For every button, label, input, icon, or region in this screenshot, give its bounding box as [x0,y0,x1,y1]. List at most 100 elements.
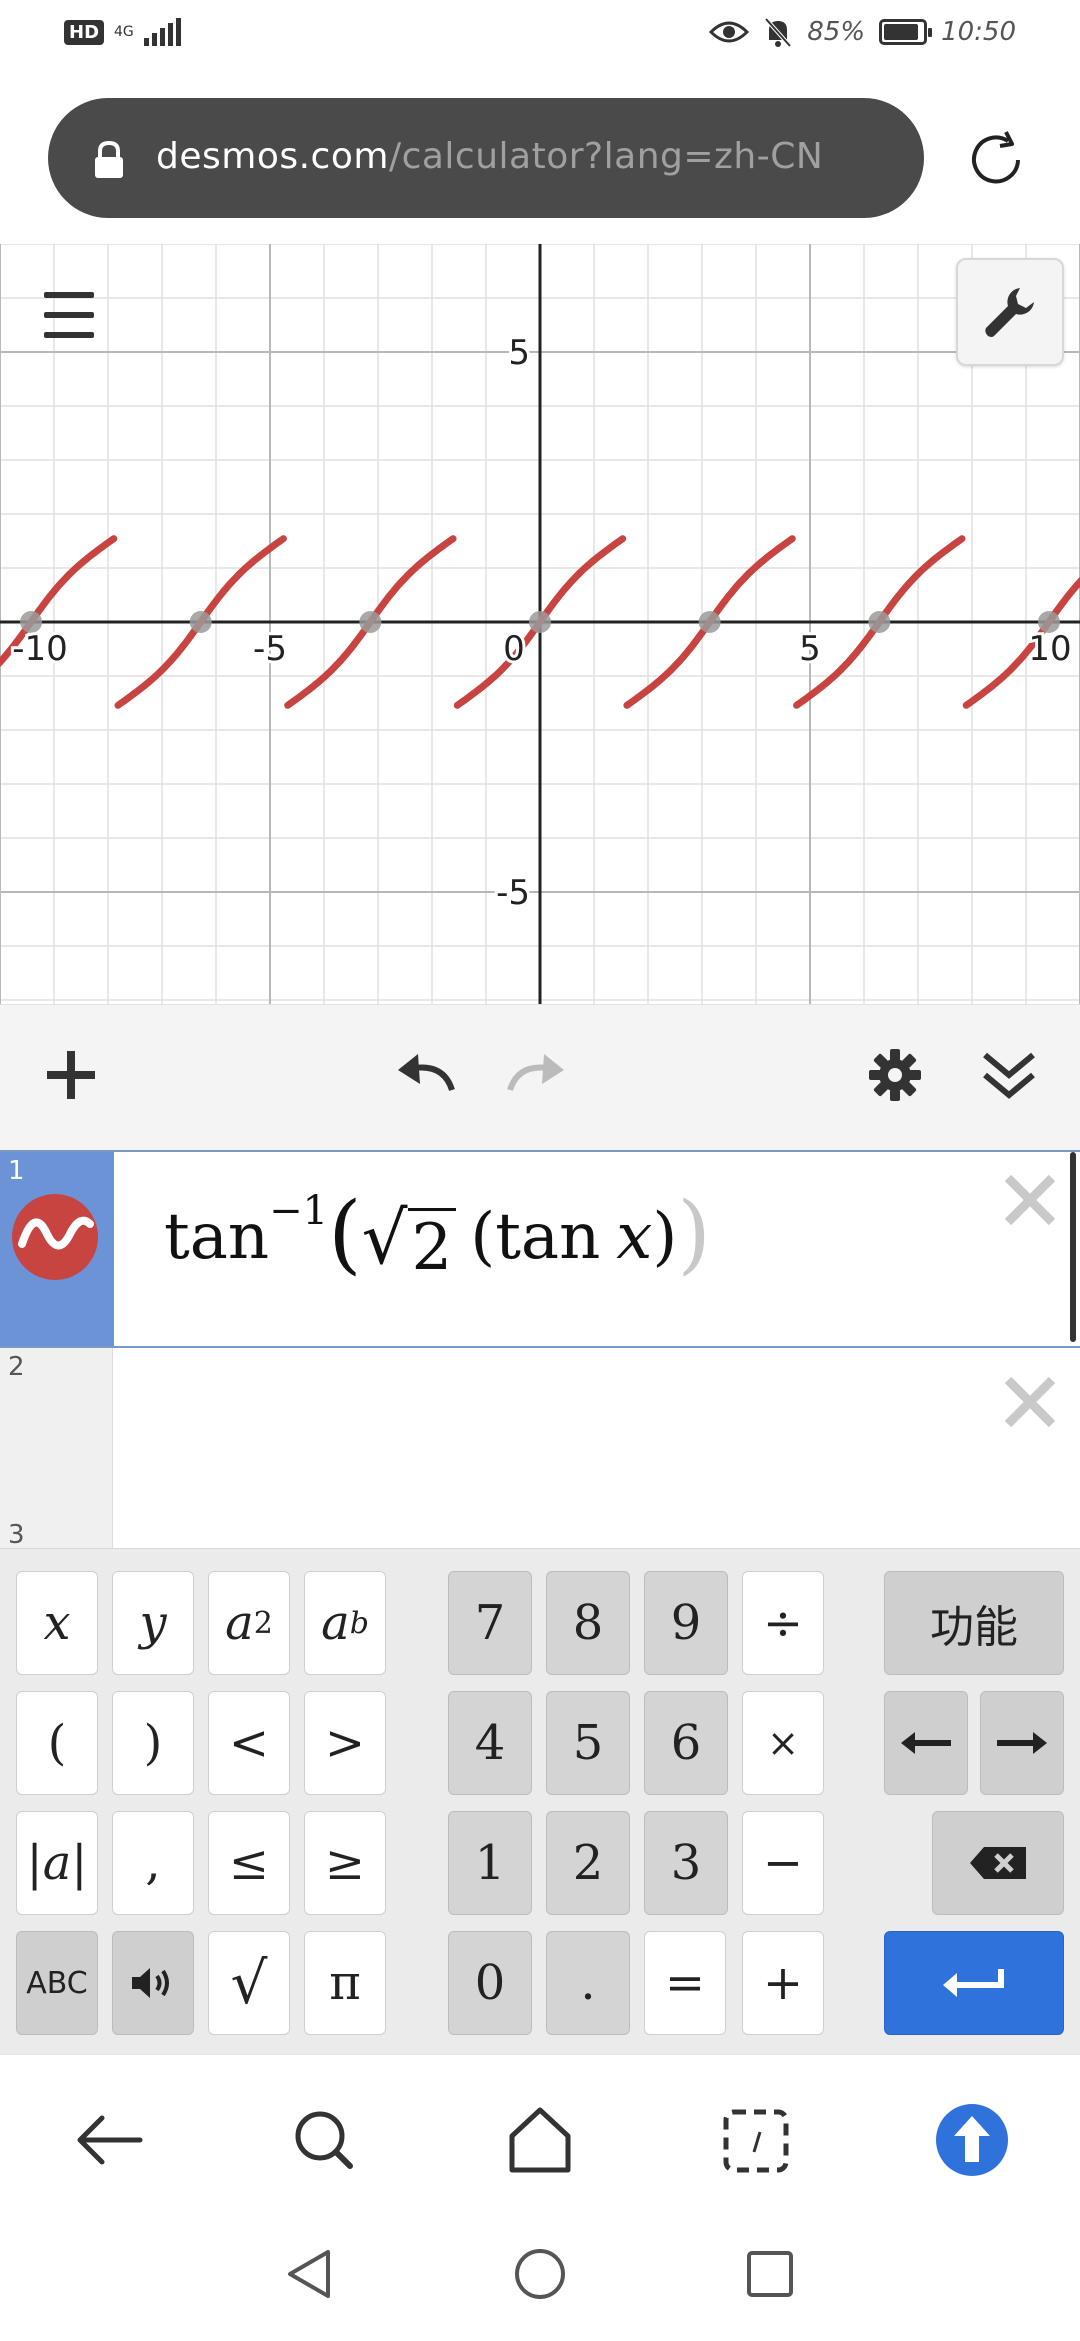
system-back-icon[interactable] [282,2246,338,2302]
signal-icon [143,18,181,46]
x-intercept-point[interactable] [698,611,721,633]
expression-tab-3[interactable]: 3 [0,1518,113,1550]
key-ab-exp: b [349,1605,369,1641]
key-plus[interactable]: + [742,1931,824,2035]
tabs-icon[interactable] [716,2100,796,2180]
key-9[interactable]: 9 [644,1571,728,1675]
key-backspace[interactable] [932,1811,1064,1915]
key-5[interactable]: 5 [546,1691,630,1795]
add-expression-button[interactable] [36,1040,106,1110]
arrow-left-icon [901,1732,951,1754]
home-icon[interactable] [500,2100,580,2180]
curve-color-icon[interactable] [10,1192,100,1282]
battery-percent: 85% [807,17,866,47]
key-6[interactable]: 6 [644,1691,728,1795]
undo-button[interactable] [390,1040,460,1110]
wrench-icon [985,288,1034,337]
eye-icon [709,21,750,43]
key-absolute-value[interactable]: |a| [16,1811,98,1915]
key-less-than[interactable]: < [208,1691,290,1795]
hd-badge: HD [64,19,105,45]
search-icon[interactable] [284,2100,364,2180]
key-7[interactable]: 7 [448,1571,532,1675]
back-arrow-icon[interactable] [68,2100,148,2180]
graph-settings-button[interactable] [956,258,1064,366]
system-recents-icon[interactable] [742,2246,798,2302]
x-intercept-point[interactable] [189,611,212,633]
math-inner-fn: tan [495,1200,601,1274]
key-2[interactable]: 2 [546,1811,630,1915]
plus-icon [47,1051,95,1099]
expression-index: 1 [8,1156,25,1186]
math-inner-open: ( [470,1200,496,1274]
redo-button[interactable] [502,1040,572,1110]
key-3[interactable]: 3 [644,1811,728,1915]
key-right-paren[interactable]: ) [112,1691,194,1795]
upload-icon[interactable] [932,2100,1012,2180]
math-inner-close: ) [652,1200,678,1274]
key-a-power-b[interactable]: ab [304,1571,386,1675]
key-greater-equal[interactable]: ≥ [304,1811,386,1915]
math-fn: tan [164,1200,270,1274]
key-0[interactable]: 0 [448,1931,532,2035]
x-intercept-point[interactable] [359,611,382,633]
system-home-icon[interactable] [512,2246,568,2302]
key-a-squared[interactable]: a2 [208,1571,290,1675]
enter-icon [943,1969,1004,1997]
key-x[interactable]: x [16,1571,98,1675]
expression-math-1[interactable]: tan −1 ( √ 2 ( tan x ) ) [164,1188,711,1285]
url-text[interactable]: desmos.com/calculator?lang=zh-CN [156,136,823,177]
hamburger-menu-icon[interactable] [30,280,108,350]
key-audio[interactable] [112,1931,194,2035]
expression-row-2[interactable]: 2 [0,1348,1080,1519]
graph-plot[interactable]: -10 -5 0 5 10 5 -5 [0,244,1080,1004]
collapse-list-button[interactable] [974,1040,1044,1110]
key-functions[interactable]: 功能 [884,1571,1064,1675]
x-tick-neg10: -10 [12,629,68,669]
key-8[interactable]: 8 [546,1571,630,1675]
gear-icon [869,1049,921,1101]
battery-icon [879,19,933,45]
reload-icon[interactable] [960,124,1032,196]
key-abs-label: |a| [26,1835,88,1891]
key-enter[interactable] [884,1931,1064,2035]
x-tick-10: 10 [1028,629,1071,669]
settings-button[interactable] [860,1040,930,1110]
key-less-equal[interactable]: ≤ [208,1811,290,1915]
expression-tab-1[interactable]: 1 [0,1152,114,1346]
key-y[interactable]: y [112,1571,194,1675]
double-chevron-down-icon [983,1052,1035,1099]
delete-expression-2-icon[interactable] [998,1370,1062,1434]
key-abc[interactable]: ABC [16,1931,98,2035]
arrow-right-icon [997,1732,1047,1754]
key-multiply[interactable]: × [742,1691,824,1795]
key-comma[interactable]: , [112,1811,194,1915]
key-greater-than[interactable]: > [304,1691,386,1795]
x-intercept-point[interactable] [529,611,551,633]
key-left-paren[interactable]: ( [16,1691,98,1795]
key-a2-exp: 2 [253,1605,273,1641]
x-tick-neg5: -5 [253,629,287,669]
x-tick-0: 0 [503,629,525,669]
expression-tab-2[interactable]: 2 [0,1348,113,1518]
key-decimal[interactable]: . [546,1931,630,2035]
delete-expression-1-icon[interactable] [998,1168,1062,1232]
key-sqrt[interactable]: √ [208,1931,290,2035]
math-open-paren: ( [328,1184,362,1284]
key-cursor-right[interactable] [980,1691,1064,1795]
lock-icon [95,140,123,178]
graph-canvas[interactable]: -10 -5 0 5 10 5 -5 [0,244,1080,1004]
key-minus[interactable]: − [742,1811,824,1915]
key-cursor-left[interactable] [884,1691,968,1795]
key-4[interactable]: 4 [448,1691,532,1795]
key-1[interactable]: 1 [448,1811,532,1915]
key-pi[interactable]: π [304,1931,386,2035]
backspace-icon [970,1847,1026,1879]
y-tick-5: 5 [508,333,530,373]
expression-scrollbar[interactable] [1070,1152,1076,1342]
expression-row-3[interactable]: 3 [0,1518,1080,1550]
key-divide[interactable]: ÷ [742,1571,824,1675]
status-left: HD 4G [64,18,181,46]
x-intercept-point[interactable] [868,611,891,633]
key-equals[interactable]: = [644,1931,726,2035]
